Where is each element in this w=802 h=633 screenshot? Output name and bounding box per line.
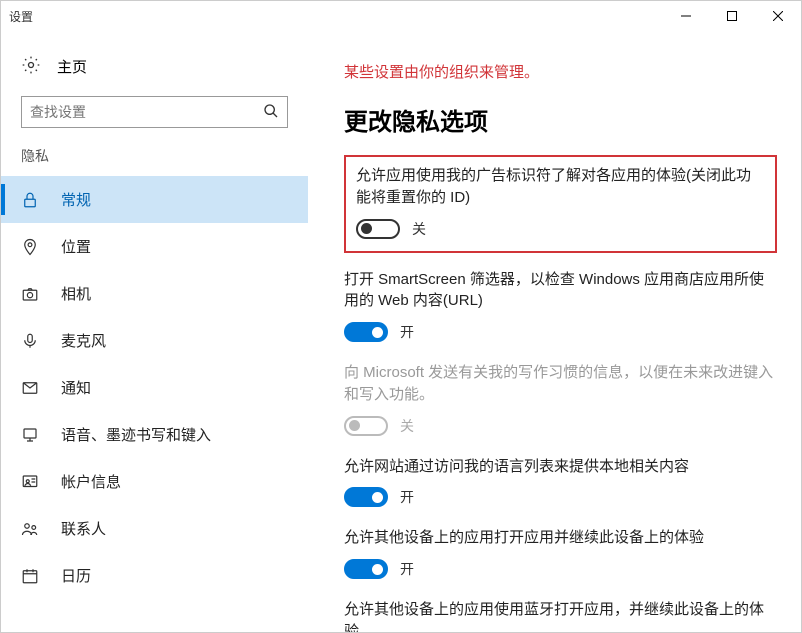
search-input[interactable] <box>30 104 263 120</box>
toggle-typing-info <box>344 416 388 436</box>
toggle-state-label: 开 <box>400 559 414 579</box>
sidebar-item-label: 联系人 <box>61 518 106 539</box>
titlebar: 设置 <box>1 1 801 31</box>
minimize-icon <box>681 11 691 21</box>
sidebar-item-label: 相机 <box>61 283 91 304</box>
account-icon <box>21 473 39 491</box>
setting-label: 允许其他设备上的应用使用蓝牙打开应用，并继续此设备上的体验 <box>344 599 777 632</box>
sidebar-item-label: 麦克风 <box>61 330 106 351</box>
calendar-icon <box>21 567 39 585</box>
window-controls <box>663 1 801 31</box>
setting-shared-experiences: 允许其他设备上的应用打开应用并继续此设备上的体验 开 <box>344 527 777 579</box>
category-label: 隐私 <box>1 146 308 176</box>
sidebar-item-account[interactable]: 帐户信息 <box>1 458 308 505</box>
setting-label: 允许网站通过访问我的语言列表来提供本地相关内容 <box>344 456 777 478</box>
sidebar-item-label: 日历 <box>61 565 91 586</box>
camera-icon <box>21 285 39 303</box>
toggle-state-label: 开 <box>400 487 414 507</box>
toggle-state-label: 开 <box>400 322 414 342</box>
setting-advertising-id: 允许应用使用我的广告标识符了解对各应用的体验(关闭此功能将重置你的 ID) 关 <box>344 155 777 253</box>
contacts-icon <box>21 520 39 538</box>
toggle-language-list[interactable] <box>344 487 388 507</box>
search-box[interactable] <box>21 96 288 128</box>
sidebar-item-label: 常规 <box>61 189 91 210</box>
setting-label: 允许应用使用我的广告标识符了解对各应用的体验(关闭此功能将重置你的 ID) <box>356 165 765 209</box>
sidebar: 主页 隐私 常规 位置 <box>1 31 308 632</box>
toggle-state-label: 关 <box>400 416 414 436</box>
nav-list: 常规 位置 相机 麦克风 <box>1 176 308 599</box>
maximize-button[interactable] <box>709 1 755 31</box>
setting-typing-info: 向 Microsoft 发送有关我的写作习惯的信息，以便在未来改进键入和写入功能… <box>344 362 777 436</box>
org-managed-notice: 某些设置由你的组织来管理。 <box>344 61 777 82</box>
maximize-icon <box>727 11 737 21</box>
sidebar-item-notifications[interactable]: 通知 <box>1 364 308 411</box>
gear-icon <box>21 55 41 78</box>
page-heading: 更改隐私选项 <box>344 102 777 137</box>
setting-label: 允许其他设备上的应用打开应用并继续此设备上的体验 <box>344 527 777 549</box>
microphone-icon <box>21 332 39 350</box>
sidebar-item-calendar[interactable]: 日历 <box>1 552 308 599</box>
sidebar-item-label: 通知 <box>61 377 91 398</box>
main-panel: 某些设置由你的组织来管理。 更改隐私选项 允许应用使用我的广告标识符了解对各应用… <box>308 31 801 632</box>
sidebar-item-label: 语音、墨迹书写和键入 <box>61 424 211 445</box>
sidebar-item-label: 帐户信息 <box>61 471 121 492</box>
sidebar-item-label: 位置 <box>61 236 91 257</box>
home-link[interactable]: 主页 <box>1 51 308 96</box>
setting-label: 向 Microsoft 发送有关我的写作习惯的信息，以便在未来改进键入和写入功能… <box>344 362 777 406</box>
notification-icon <box>21 379 39 397</box>
location-icon <box>21 238 39 256</box>
window-title: 设置 <box>9 8 33 25</box>
setting-label: 打开 SmartScreen 筛选器，以检查 Windows 应用商店应用所使用… <box>344 269 777 313</box>
sidebar-item-microphone[interactable]: 麦克风 <box>1 317 308 364</box>
sidebar-item-location[interactable]: 位置 <box>1 223 308 270</box>
toggle-shared-experiences[interactable] <box>344 559 388 579</box>
sidebar-item-general[interactable]: 常规 <box>1 176 308 223</box>
setting-smartscreen: 打开 SmartScreen 筛选器，以检查 Windows 应用商店应用所使用… <box>344 269 777 343</box>
sidebar-item-contacts[interactable]: 联系人 <box>1 505 308 552</box>
toggle-advertising-id[interactable] <box>356 219 400 239</box>
setting-bluetooth-experiences: 允许其他设备上的应用使用蓝牙打开应用，并继续此设备上的体验 开 <box>344 599 777 632</box>
home-label: 主页 <box>57 56 87 77</box>
sidebar-item-speech[interactable]: 语音、墨迹书写和键入 <box>1 411 308 458</box>
sidebar-item-camera[interactable]: 相机 <box>1 270 308 317</box>
toggle-smartscreen[interactable] <box>344 322 388 342</box>
lock-icon <box>21 191 39 209</box>
close-button[interactable] <box>755 1 801 31</box>
toggle-state-label: 关 <box>412 219 426 239</box>
search-icon <box>263 103 279 122</box>
close-icon <box>773 11 783 21</box>
minimize-button[interactable] <box>663 1 709 31</box>
speech-icon <box>21 426 39 444</box>
setting-language-list: 允许网站通过访问我的语言列表来提供本地相关内容 开 <box>344 456 777 508</box>
